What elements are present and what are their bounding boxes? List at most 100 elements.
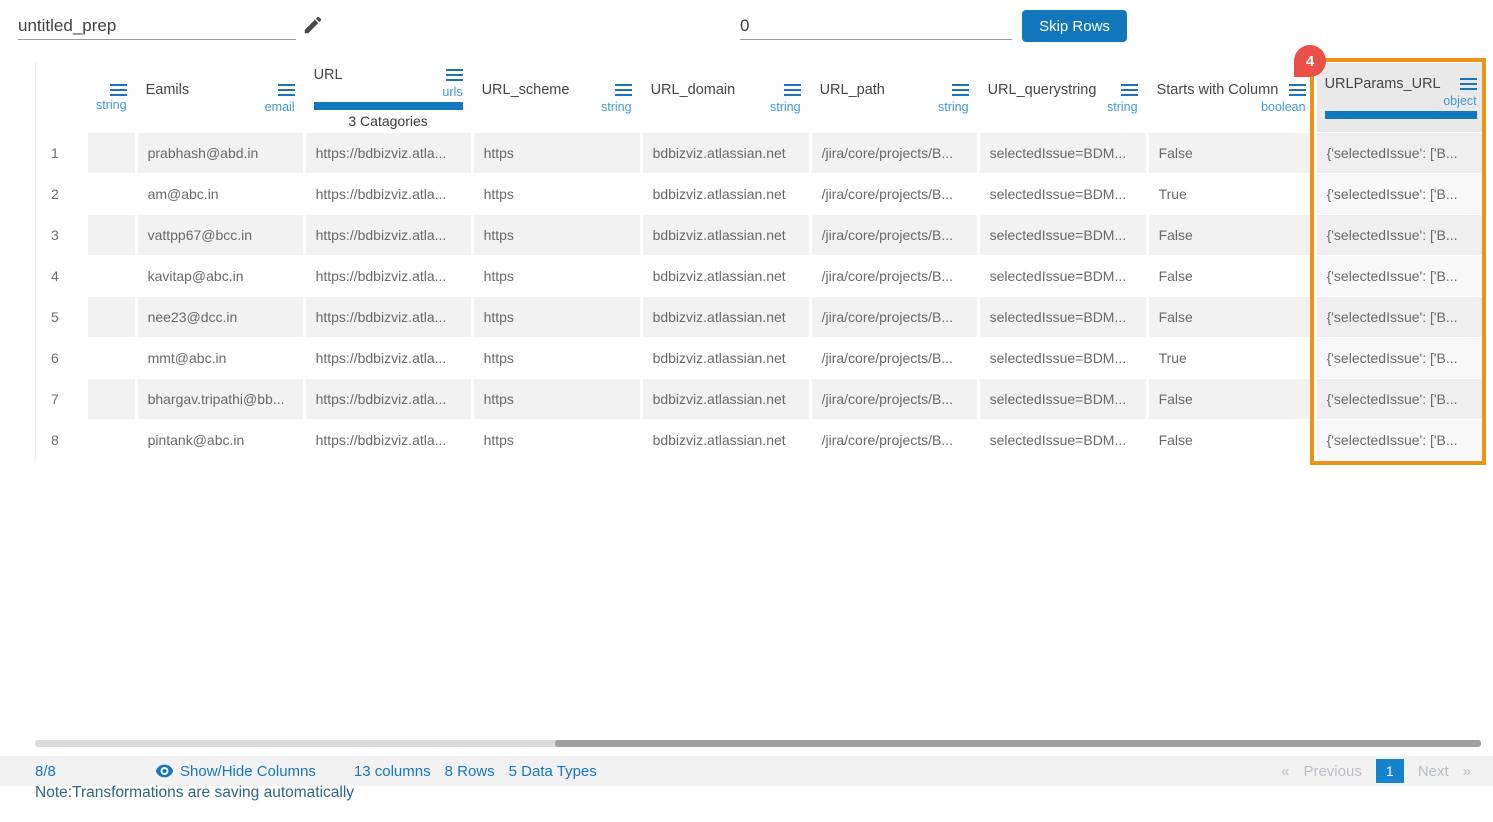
column-menu-icon[interactable]: [1121, 84, 1138, 96]
column-header-url-domain[interactable]: URL_domain string: [643, 63, 809, 132]
table-cell[interactable]: False: [1149, 133, 1314, 173]
table-cell[interactable]: [88, 338, 135, 378]
table-cell[interactable]: bdbizviz.atlassian.net: [643, 420, 809, 460]
table-cell[interactable]: /jira/core/projects/B...: [812, 256, 977, 296]
table-cell[interactable]: [88, 420, 135, 460]
current-page-button[interactable]: 1: [1376, 759, 1404, 783]
table-cell[interactable]: https: [474, 256, 640, 296]
table-cell[interactable]: https://bdbizviz.atla...: [306, 174, 471, 214]
table-cell[interactable]: kavitap@abc.in: [138, 256, 303, 296]
table-cell[interactable]: True: [1149, 174, 1314, 214]
table-cell[interactable]: False: [1149, 420, 1314, 460]
column-header-urlparams-url[interactable]: URLParams_URL object: [1317, 63, 1485, 132]
horizontal-scrollbar-thumb[interactable]: [555, 740, 1481, 747]
table-cell[interactable]: vattpp67@bcc.in: [138, 215, 303, 255]
column-header-url-scheme[interactable]: URL_scheme string: [474, 63, 640, 132]
column-menu-icon[interactable]: [1460, 78, 1477, 90]
column-menu-icon[interactable]: [615, 84, 632, 96]
table-cell[interactable]: prabhash@abd.in: [138, 133, 303, 173]
table-cell[interactable]: https: [474, 297, 640, 337]
table-cell[interactable]: {'selectedIssue': ['B...: [1317, 256, 1485, 296]
table-cell[interactable]: https: [474, 338, 640, 378]
table-cell[interactable]: https: [474, 133, 640, 173]
table-cell[interactable]: False: [1149, 297, 1314, 337]
horizontal-scrollbar-track[interactable]: [35, 740, 1481, 747]
table-cell[interactable]: https: [474, 379, 640, 419]
table-cell[interactable]: https://bdbizviz.atla...: [306, 297, 471, 337]
column-menu-icon[interactable]: [278, 84, 295, 96]
column-header-url[interactable]: URL urls 3 Catagories: [306, 63, 471, 132]
show-hide-columns-button[interactable]: Show/Hide Columns: [155, 763, 316, 780]
table-cell[interactable]: bdbizviz.atlassian.net: [643, 256, 809, 296]
table-cell[interactable]: False: [1149, 215, 1314, 255]
table-cell[interactable]: selectedIssue=BDM...: [980, 174, 1146, 214]
table-cell[interactable]: /jira/core/projects/B...: [812, 174, 977, 214]
column-header-starts-with-column[interactable]: Starts with Column boolean: [1149, 63, 1314, 132]
table-cell[interactable]: https://bdbizviz.atla...: [306, 338, 471, 378]
table-cell[interactable]: [88, 256, 135, 296]
table-cell[interactable]: [88, 379, 135, 419]
table-cell[interactable]: {'selectedIssue': ['B...: [1317, 215, 1485, 255]
prep-name-input[interactable]: [18, 12, 296, 40]
table-cell[interactable]: True: [1149, 338, 1314, 378]
edit-pencil-icon[interactable]: [302, 14, 324, 36]
table-cell[interactable]: {'selectedIssue': ['B...: [1317, 379, 1485, 419]
table-cell[interactable]: False: [1149, 256, 1314, 296]
table-cell[interactable]: /jira/core/projects/B...: [812, 215, 977, 255]
column-menu-icon[interactable]: [784, 84, 801, 96]
column-header-url-path[interactable]: URL_path string: [812, 63, 977, 132]
table-cell[interactable]: https://bdbizviz.atla...: [306, 256, 471, 296]
table-cell[interactable]: selectedIssue=BDM...: [980, 297, 1146, 337]
table-cell[interactable]: {'selectedIssue': ['B...: [1317, 338, 1485, 378]
table-cell[interactable]: /jira/core/projects/B...: [812, 338, 977, 378]
previous-page-button[interactable]: Previous: [1303, 763, 1361, 780]
table-cell[interactable]: https://bdbizviz.atla...: [306, 215, 471, 255]
column-menu-icon[interactable]: [110, 84, 127, 96]
table-cell[interactable]: [88, 174, 135, 214]
table-cell[interactable]: bdbizviz.atlassian.net: [643, 174, 809, 214]
table-cell[interactable]: bdbizviz.atlassian.net: [643, 133, 809, 173]
skip-rows-input[interactable]: [740, 12, 1012, 40]
skip-rows-button[interactable]: Skip Rows: [1022, 10, 1127, 42]
column-header-url-querystring[interactable]: URL_querystring string: [980, 63, 1146, 132]
table-cell[interactable]: selectedIssue=BDM...: [980, 338, 1146, 378]
table-cell[interactable]: [88, 297, 135, 337]
table-cell[interactable]: False: [1149, 379, 1314, 419]
table-cell[interactable]: bdbizviz.atlassian.net: [643, 379, 809, 419]
table-cell[interactable]: https://bdbizviz.atla...: [306, 379, 471, 419]
table-cell[interactable]: selectedIssue=BDM...: [980, 256, 1146, 296]
table-cell[interactable]: https://bdbizviz.atla...: [306, 420, 471, 460]
table-cell[interactable]: bdbizviz.atlassian.net: [643, 297, 809, 337]
table-cell[interactable]: /jira/core/projects/B...: [812, 420, 977, 460]
next-page-button[interactable]: Next: [1418, 763, 1449, 780]
table-cell[interactable]: [88, 133, 135, 173]
table-cell[interactable]: https: [474, 215, 640, 255]
column-menu-icon[interactable]: [952, 84, 969, 96]
table-cell[interactable]: /jira/core/projects/B...: [812, 297, 977, 337]
table-cell[interactable]: selectedIssue=BDM...: [980, 215, 1146, 255]
table-cell[interactable]: selectedIssue=BDM...: [980, 133, 1146, 173]
column-menu-icon[interactable]: [1289, 84, 1306, 96]
table-cell[interactable]: mmt@abc.in: [138, 338, 303, 378]
table-cell[interactable]: bdbizviz.atlassian.net: [643, 338, 809, 378]
table-cell[interactable]: https://bdbizviz.atla...: [306, 133, 471, 173]
table-cell[interactable]: nee23@dcc.in: [138, 297, 303, 337]
last-page-button[interactable]: »: [1463, 763, 1471, 780]
table-cell[interactable]: {'selectedIssue': ['B...: [1317, 133, 1485, 173]
table-cell[interactable]: {'selectedIssue': ['B...: [1317, 420, 1485, 460]
table-cell[interactable]: https: [474, 174, 640, 214]
table-cell[interactable]: am@abc.in: [138, 174, 303, 214]
column-header-unnamed[interactable]: string: [88, 63, 135, 132]
table-cell[interactable]: selectedIssue=BDM...: [980, 379, 1146, 419]
table-cell[interactable]: [88, 215, 135, 255]
table-cell[interactable]: /jira/core/projects/B...: [812, 133, 977, 173]
table-cell[interactable]: /jira/core/projects/B...: [812, 379, 977, 419]
table-cell[interactable]: selectedIssue=BDM...: [980, 420, 1146, 460]
table-cell[interactable]: {'selectedIssue': ['B...: [1317, 174, 1485, 214]
table-cell[interactable]: bhargav.tripathi@bb...: [138, 379, 303, 419]
column-menu-icon[interactable]: [446, 69, 463, 81]
first-page-button[interactable]: «: [1281, 763, 1289, 780]
column-header-eamils[interactable]: Eamils email: [138, 63, 303, 132]
table-cell[interactable]: pintank@abc.in: [138, 420, 303, 460]
table-cell[interactable]: https: [474, 420, 640, 460]
